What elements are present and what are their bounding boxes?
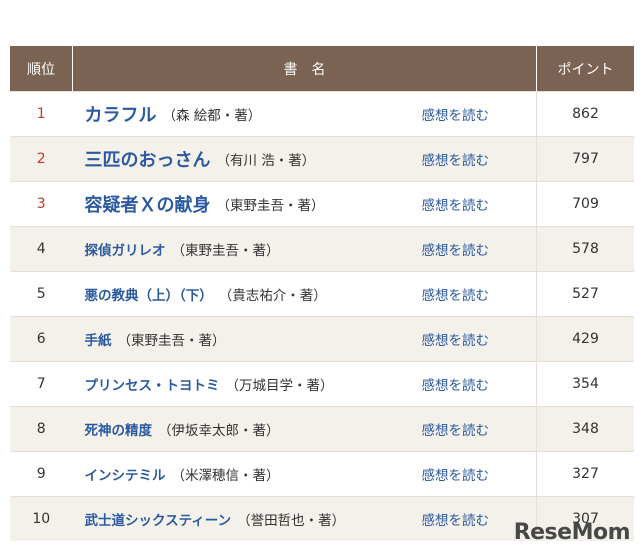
rank-number: 2 [36,151,46,167]
header-title: 書 名 [72,46,537,92]
table-row: 2 三匹のおっさん （有川 浩・著） 感想を読む 797 [10,136,634,182]
book-author: （東野圭吾・著） [171,243,280,259]
table-row: 1 カラフル （森 絵都・著） 感想を読む 862 [10,91,634,137]
points-value: 797 [572,151,599,167]
book-title-link[interactable]: 三匹のおっさん [85,146,211,172]
rank-number: 10 [32,511,51,527]
book-author: （誉田哲也・著） [237,513,346,529]
book-author: （万城目学・著） [225,378,334,394]
header-points: ポイント [536,46,634,92]
points-value: 327 [572,466,599,482]
book-author: （有川 浩・著） [216,153,316,169]
rank-number: 3 [36,196,46,212]
read-review-link[interactable]: 感想を読む [422,464,490,484]
read-review-link[interactable]: 感想を読む [422,374,490,394]
table-row: 6 手紙 （東野圭吾・著） 感想を読む 429 [10,316,634,362]
rank-number: 1 [36,106,46,122]
table-row: 3 容疑者Ｘの献身 （東野圭吾・著） 感想を読む 709 [10,181,634,227]
table-row: 7 プリンセス・トヨトミ （万城目学・著） 感想を読む 354 [10,361,634,407]
book-author: （米澤穂信・著） [171,468,280,484]
book-title-link[interactable]: 容疑者Ｘの献身 [85,191,211,217]
header-rank: 順位 [10,46,73,92]
table-row: 4 探偵ガリレオ （東野圭吾・著） 感想を読む 578 [10,226,634,272]
book-title-link[interactable]: プリンセス・トヨトミ [85,374,220,394]
book-author: （貴志祐介・著） [218,288,327,304]
book-title-link[interactable]: インシテミル [85,464,166,484]
book-title-link[interactable]: 手紙 [85,329,112,349]
points-value: 354 [572,376,599,392]
rank-number: 9 [36,466,46,482]
book-title-link[interactable]: カラフル [85,101,157,127]
read-review-link[interactable]: 感想を読む [422,194,490,214]
table-row: 8 死神の精度 （伊坂幸太郎・著） 感想を読む 348 [10,406,634,452]
book-title-link[interactable]: 死神の精度 [85,419,153,439]
points-value: 429 [572,331,599,347]
rank-number: 6 [36,331,46,347]
read-review-link[interactable]: 感想を読む [422,329,490,349]
table-header-row: 順位 書 名 ポイント [10,46,634,92]
read-review-link[interactable]: 感想を読む [422,509,490,529]
book-title-link[interactable]: 探偵ガリレオ [85,239,166,259]
book-title-link[interactable]: 武士道シックスティーン [85,509,232,529]
table-row: 5 悪の教典（上）（下） （貴志祐介・著） 感想を読む 527 [10,271,634,317]
book-author: （森 絵都・著） [162,108,262,124]
points-value: 527 [572,286,599,302]
book-author: （東野圭吾・著） [117,333,226,349]
points-value: 348 [572,421,599,437]
read-review-link[interactable]: 感想を読む [422,149,490,169]
book-title-link[interactable]: 悪の教典（上）（下） [85,284,213,304]
read-review-link[interactable]: 感想を読む [422,419,490,439]
resemom-logo: ReseMom [513,520,631,545]
points-value: 862 [572,106,599,122]
read-review-link[interactable]: 感想を読む [422,104,490,124]
points-value: 709 [572,196,599,212]
read-review-link[interactable]: 感想を読む [422,239,490,259]
rank-number: 8 [36,421,46,437]
ranking-table: 順位 書 名 ポイント 1 カラフル （森 絵都・著） 感想を読む 862 2 三匹のおっさ… [10,46,634,541]
rank-number: 4 [36,241,46,257]
table-row: 9 インシテミル （米澤穂信・著） 感想を読む 327 [10,451,634,497]
rank-number: 5 [36,286,46,302]
book-author: （東野圭吾・著） [216,198,325,214]
rank-number: 7 [36,376,46,392]
points-value: 578 [572,241,599,257]
book-author: （伊坂幸太郎・著） [158,423,280,439]
read-review-link[interactable]: 感想を読む [422,284,490,304]
